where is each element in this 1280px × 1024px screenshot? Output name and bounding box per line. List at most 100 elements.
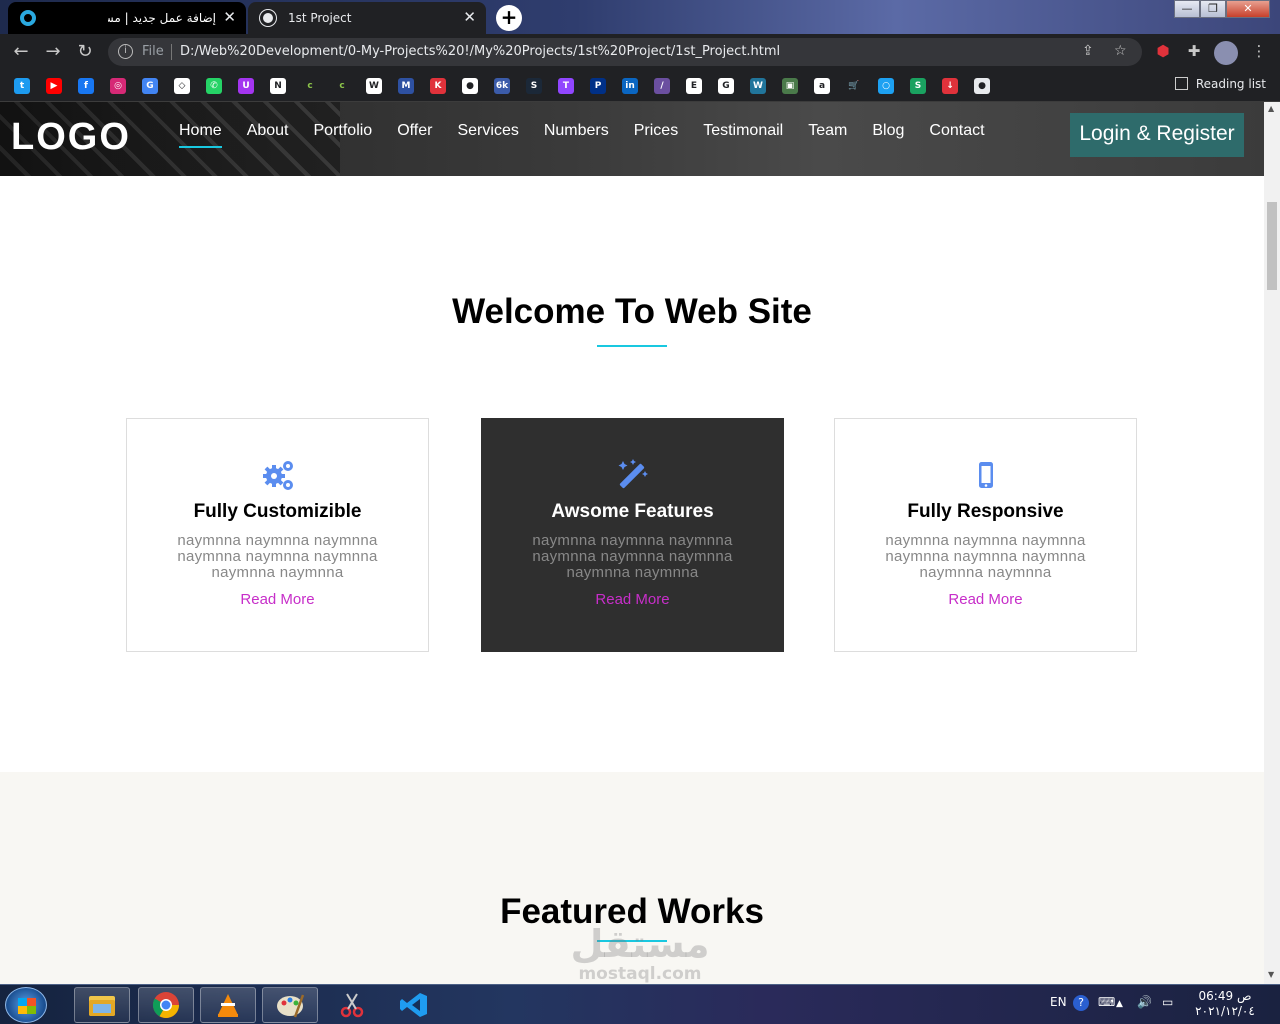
feature-card-customizible: Fully Customizible naymnna naymnna naymn… — [126, 418, 429, 652]
circle-icon[interactable]: ○ — [878, 78, 894, 94]
read-more-link[interactable]: Read More — [127, 591, 428, 608]
image-icon[interactable]: ▣ — [782, 78, 798, 94]
url-text[interactable]: D:/Web%20Development/0-My-Projects%20!/M… — [180, 44, 780, 59]
6k-icon[interactable]: 6k — [494, 78, 510, 94]
clock-date: ٢٠٢١/١٢/٠٤ — [1195, 1004, 1255, 1018]
nav-item-services[interactable]: Services — [457, 122, 518, 140]
tab-1st-project[interactable]: 1st Project ✕ — [248, 2, 486, 34]
nav-item-contact[interactable]: Contact — [929, 122, 984, 140]
minimize-button[interactable]: — — [1174, 0, 1200, 18]
vscode-icon[interactable] — [386, 987, 442, 1023]
whatsapp-icon[interactable]: ✆ — [206, 78, 222, 94]
paint-icon[interactable] — [262, 987, 318, 1023]
twitter-icon[interactable]: t — [14, 78, 30, 94]
amazon-icon[interactable]: a — [814, 78, 830, 94]
adblock-extension-icon[interactable]: ⬢ — [1152, 42, 1174, 64]
page-scrollbar[interactable]: ▲ ▼ — [1264, 102, 1280, 984]
feather-icon[interactable]: / — [654, 78, 670, 94]
tab-close-icon[interactable]: ✕ — [223, 8, 236, 26]
explorer-icon[interactable] — [74, 987, 130, 1023]
tab-close-icon[interactable]: ✕ — [463, 8, 476, 26]
tray-keyboard-icon[interactable]: ⌨ — [1098, 995, 1115, 1009]
bookmarks-bar: Reading list t ▶ f ◎ G ◇ ✆ U Nc c W M K ● 6k S T Pin / E G W ▣… — [0, 70, 1280, 102]
nav-item-home[interactable]: Home — [179, 122, 222, 148]
forward-arrow-icon[interactable]: → — [42, 42, 64, 64]
site-logo[interactable]: LOGO — [11, 116, 131, 159]
linkedin-icon[interactable]: in — [622, 78, 638, 94]
k-icon[interactable]: K — [430, 78, 446, 94]
browser-tab-strip: إضافة عمل جديد | مستقل ✕ 1st Project ✕ +… — [0, 0, 1280, 34]
magic-wand-icon — [482, 457, 783, 493]
language-indicator[interactable]: EN — [1050, 995, 1067, 1009]
volume-icon[interactable]: 🔊 — [1137, 995, 1152, 1009]
scroll-up-arrow-icon[interactable]: ▲ — [1268, 104, 1274, 113]
udemy-icon[interactable]: U — [238, 78, 254, 94]
back-arrow-icon[interactable]: ← — [10, 42, 32, 64]
nav-item-about[interactable]: About — [247, 122, 289, 140]
system-clock[interactable]: 06:49 ص ٢٠٢١/١٢/٠٤ — [1190, 989, 1260, 1019]
mostaql-watermark: مستقل mostaql.com — [560, 924, 720, 984]
notion-icon[interactable]: N — [270, 78, 286, 94]
tab-mostaql[interactable]: إضافة عمل جديد | مستقل ✕ — [8, 2, 246, 34]
paypal-icon[interactable]: P — [590, 78, 606, 94]
nav-item-portfolio[interactable]: Portfolio — [314, 122, 373, 140]
wix-icon[interactable]: W — [366, 78, 382, 94]
new-tab-button[interactable]: + — [496, 5, 522, 31]
info-icon[interactable]: i — [118, 44, 133, 59]
share-icon[interactable]: ⇪ — [1082, 43, 1094, 59]
login-register-button[interactable]: Login & Register — [1070, 113, 1244, 157]
mobile-icon — [835, 457, 1136, 493]
start-button[interactable] — [5, 987, 47, 1023]
scrollbar-thumb[interactable] — [1267, 202, 1277, 290]
github-icon[interactable]: ● — [462, 78, 478, 94]
star-icon[interactable]: ☆ — [1114, 43, 1127, 59]
scroll-down-arrow-icon[interactable]: ▼ — [1268, 970, 1274, 979]
facebook-icon[interactable]: f — [78, 78, 94, 94]
menu-kebab-icon[interactable]: ⋮ — [1248, 42, 1270, 64]
codepen-icon[interactable]: ◇ — [174, 78, 190, 94]
feature-card-features: Awsome Features naymnna naymnna naymnna … — [481, 418, 784, 652]
profile-avatar[interactable] — [1214, 41, 1238, 65]
snipping-icon[interactable] — [324, 987, 380, 1023]
help-icon[interactable]: ? — [1073, 995, 1089, 1011]
cart-icon[interactable]: 🛒 — [846, 78, 862, 94]
download-icon[interactable]: ↓ — [942, 78, 958, 94]
chrome-icon[interactable] — [138, 987, 194, 1023]
reading-list-button[interactable]: Reading list — [1175, 77, 1266, 91]
read-more-link[interactable]: Read More — [482, 591, 783, 608]
network-icon[interactable]: ▭ — [1162, 995, 1173, 1009]
instagram-icon[interactable]: ◎ — [110, 78, 126, 94]
vlc-icon[interactable] — [200, 987, 256, 1023]
globe-icon[interactable]: ● — [974, 78, 990, 94]
tray-expand-arrow-icon[interactable]: ▲ — [1116, 999, 1123, 1009]
reload-icon[interactable]: ↻ — [74, 42, 96, 64]
nav-item-testimonail[interactable]: Testimonail — [703, 122, 783, 140]
maximize-button[interactable]: ❐ — [1200, 0, 1226, 18]
nav-item-prices[interactable]: Prices — [634, 122, 678, 140]
youtube-icon[interactable]: ▶ — [46, 78, 62, 94]
site-nav: Home About Portfolio Offer Services Numbers Pr… — [179, 122, 1010, 148]
mal-icon[interactable]: M — [398, 78, 414, 94]
windows-taskbar: EN ? ⌨ ▲ 🔊 ▭ 06:49 ص ٢٠٢١/١٢/٠٤ — [0, 984, 1280, 1024]
codecademy-icon[interactable]: c — [334, 78, 350, 94]
nav-item-team[interactable]: Team — [808, 122, 847, 140]
egybest-icon[interactable]: E — [686, 78, 702, 94]
nav-item-offer[interactable]: Offer — [397, 122, 432, 140]
nav-item-blog[interactable]: Blog — [872, 122, 904, 140]
extensions-puzzle-icon[interactable]: ✚ — [1183, 42, 1205, 64]
read-more-link[interactable]: Read More — [835, 591, 1136, 608]
window-close-button[interactable]: ✕ — [1226, 0, 1270, 18]
wordpress-icon[interactable]: W — [750, 78, 766, 94]
google-icon[interactable]: G — [718, 78, 734, 94]
twitch-icon[interactable]: T — [558, 78, 574, 94]
nav-item-numbers[interactable]: Numbers — [544, 122, 609, 140]
card-title: Fully Customizible — [193, 501, 362, 522]
card-title: Awsome Features — [551, 501, 714, 522]
welcome-heading: Welcome To Web Site — [452, 292, 812, 331]
coursera-icon[interactable]: c — [302, 78, 318, 94]
translate-icon[interactable]: G — [142, 78, 158, 94]
steam-icon[interactable]: S — [526, 78, 542, 94]
omnibox[interactable]: i File D:/Web%20Development/0-My-Project… — [108, 38, 1142, 66]
s-icon[interactable]: S — [910, 78, 926, 94]
windows-logo-icon — [18, 998, 36, 1014]
